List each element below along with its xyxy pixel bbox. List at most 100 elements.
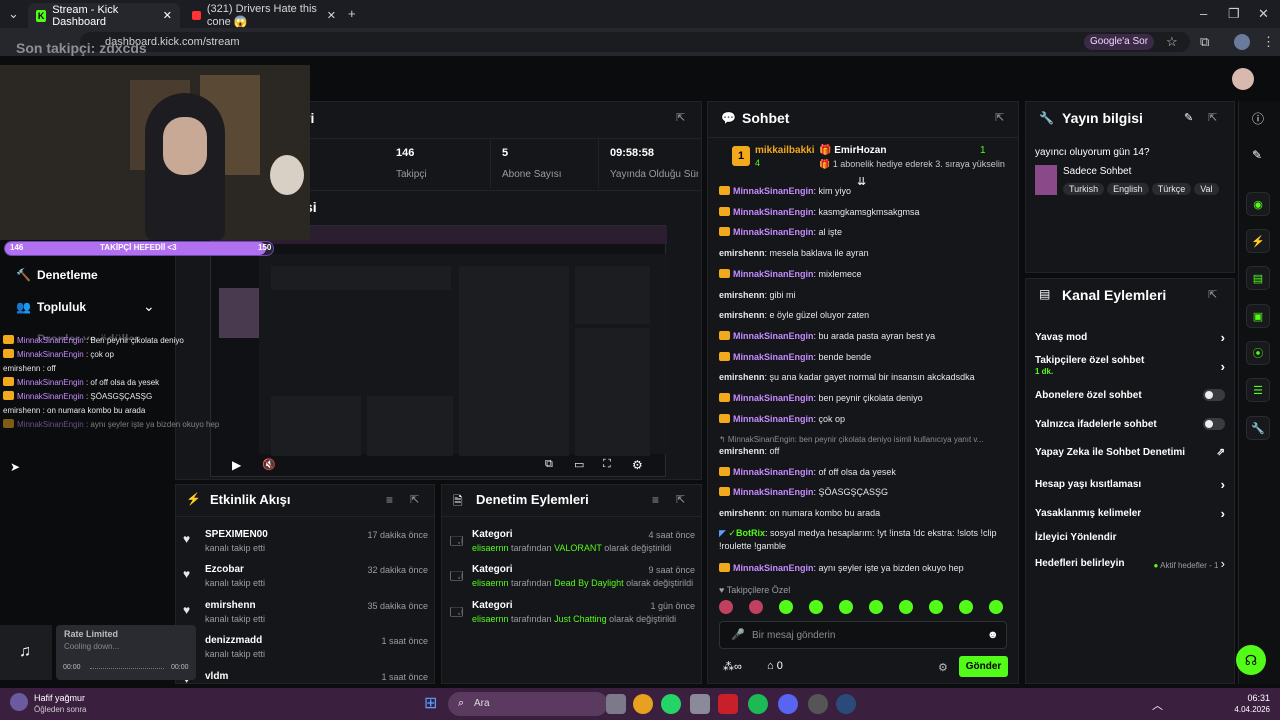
discord-icon[interactable]	[778, 694, 798, 714]
chat-username[interactable]: emirshenn	[719, 446, 765, 456]
chat-settings-icon[interactable]: ⚙	[938, 661, 948, 674]
user-avatar[interactable]	[1232, 68, 1254, 90]
emoji-icon[interactable]: ☻	[987, 629, 999, 641]
music-progress[interactable]	[90, 668, 164, 669]
expand-icon[interactable]: ⇱	[995, 111, 1004, 124]
support-headset-icon[interactable]: ☊	[1236, 645, 1266, 675]
subs-only-toggle[interactable]	[1203, 389, 1225, 401]
close-icon[interactable]: ✕	[163, 9, 172, 22]
chat-username[interactable]: MinnakSinanEngin	[733, 393, 814, 403]
expand-icon[interactable]: ⇱	[410, 493, 419, 506]
new-tab-icon[interactable]: +	[348, 6, 356, 21]
app-icon[interactable]	[690, 694, 710, 714]
maximize-icon[interactable]: ❐	[1228, 6, 1240, 22]
redirect-row[interactable]: İzleyici Yönlendir	[1035, 532, 1225, 543]
profile-avatar[interactable]	[1234, 34, 1250, 50]
chat-username[interactable]: emirshenn	[719, 310, 765, 320]
emote-icon[interactable]	[839, 600, 853, 614]
chat-username[interactable]: emirshenn	[719, 290, 765, 300]
edit-icon[interactable]: ✎	[1184, 111, 1193, 124]
emote-icon[interactable]	[779, 600, 793, 614]
taskbar-search[interactable]	[448, 692, 608, 716]
chat-icon[interactable]: ▣	[1246, 304, 1270, 328]
theater-icon[interactable]: ▭	[574, 458, 584, 471]
pip-icon[interactable]: ⧉	[545, 458, 553, 471]
bookmark-star-icon[interactable]: ☆	[1166, 34, 1178, 50]
document-icon[interactable]: ▤	[1246, 266, 1270, 290]
google-ask-button[interactable]: Google'a Sor	[1084, 34, 1155, 50]
expand-icon[interactable]: ⇱	[676, 111, 685, 124]
weather-text[interactable]: Hafif yağmur	[34, 693, 85, 703]
minimize-icon[interactable]: –	[1200, 6, 1207, 21]
emotes-only-row[interactable]: Yalnızca ifadelerle sohbet	[1035, 418, 1225, 430]
chat-username[interactable]: MinnakSinanEngin	[733, 487, 814, 497]
chat-username[interactable]: emirshenn	[719, 248, 765, 258]
subs-only-row[interactable]: Abonelere özel sohbet	[1035, 389, 1225, 401]
mute-icon[interactable]: 🔇	[262, 458, 276, 471]
filter-icon[interactable]: ≡	[386, 493, 393, 507]
emote-bar[interactable]	[719, 600, 1009, 614]
obs-icon[interactable]	[808, 694, 828, 714]
chrome-icon[interactable]	[633, 694, 653, 714]
grid-icon[interactable]: ☰	[1246, 378, 1270, 402]
chat-username[interactable]: emirshenn	[719, 372, 765, 382]
tab-kick-dashboard[interactable]: K Stream - Kick Dashboard ✕	[28, 3, 180, 28]
points-icon[interactable]: ⌂ 0	[767, 660, 783, 672]
settings-gear-icon[interactable]: ⚙	[632, 458, 643, 472]
expand-icon[interactable]: ⇱	[1208, 111, 1217, 124]
whatsapp-icon[interactable]	[661, 694, 681, 714]
kicks-icon[interactable]: ⁂∞	[723, 660, 742, 673]
info-icon[interactable]: ⓘ	[1252, 110, 1264, 127]
wrench-icon[interactable]: 🔧	[1246, 416, 1270, 440]
emote-icon[interactable]	[869, 600, 883, 614]
tab-list-icon[interactable]: ⌄	[8, 6, 19, 22]
chat-username[interactable]: MinnakSinanEngin	[733, 227, 814, 237]
chat-username[interactable]: emirshenn	[719, 508, 765, 518]
chat-username[interactable]: MinnakSinanEngin	[733, 207, 814, 217]
extensions-icon[interactable]: ⧉	[1200, 34, 1209, 50]
send-button[interactable]: Gönder	[959, 656, 1008, 677]
lightning-icon[interactable]: ⚡	[1246, 229, 1270, 253]
followers-only-row[interactable]: Takipçilere özel sohbet 1 dk. ›	[1035, 355, 1225, 377]
microphone-icon[interactable]: 🎤	[731, 628, 745, 641]
emote-icon[interactable]	[929, 600, 943, 614]
steam-icon[interactable]	[836, 694, 856, 714]
broadcast-icon[interactable]: ⦿	[1246, 341, 1270, 365]
chat-username[interactable]: MinnakSinanEngin	[733, 186, 814, 196]
clock-date[interactable]: 4.04.2026	[1206, 705, 1270, 714]
slow-mode-row[interactable]: Yavaş mod ›	[1035, 330, 1225, 345]
stream-preview-video[interactable]	[210, 225, 669, 477]
play-icon[interactable]: ▶	[232, 458, 241, 472]
goals-row[interactable]: Hedefleri belirleyin ● Aktif hedefler - 1…	[1035, 556, 1225, 571]
tray-chevron-icon[interactable]: ︿	[1152, 697, 1163, 713]
clock-time[interactable]: 06:31	[1218, 693, 1270, 703]
emote-icon[interactable]	[749, 600, 763, 614]
chat-username[interactable]: MinnakSinanEngin	[733, 331, 814, 341]
filter-icon[interactable]: ≡	[652, 493, 659, 507]
emotes-only-toggle[interactable]	[1203, 418, 1225, 430]
ai-moderation-row[interactable]: Yapay Zeka ile Sohbet Denetimi ⇗	[1035, 447, 1225, 458]
emote-icon[interactable]	[899, 600, 913, 614]
chevron-down-icon[interactable]: ⌄	[143, 298, 155, 315]
chat-username[interactable]: MinnakSinanEngin	[733, 352, 814, 362]
expand-icon[interactable]: ⇱	[676, 493, 685, 506]
window-close-icon[interactable]: ✕	[1258, 6, 1269, 22]
sidebar-item-moderation[interactable]: Denetleme	[37, 268, 98, 282]
url-field[interactable]	[80, 32, 1190, 52]
spotify-icon[interactable]	[748, 694, 768, 714]
menu-icon[interactable]: ⋮	[1262, 34, 1275, 50]
chat-username[interactable]: MinnakSinanEngin	[733, 414, 814, 424]
emote-icon[interactable]	[719, 600, 733, 614]
banned-words-row[interactable]: Yasaklanmış kelimeler ›	[1035, 506, 1225, 521]
sidebar-item-community[interactable]: Topluluk	[37, 300, 86, 314]
fullscreen-icon[interactable]: ⛶	[603, 458, 611, 471]
chat-username[interactable]: MinnakSinanEngin	[733, 467, 814, 477]
netflix-icon[interactable]	[718, 694, 738, 714]
emote-icon[interactable]	[809, 600, 823, 614]
file-explorer-icon[interactable]	[606, 694, 626, 714]
emote-icon[interactable]	[989, 600, 1003, 614]
windows-start-icon[interactable]: ⊞	[424, 695, 442, 713]
camera-icon[interactable]: ◉	[1246, 192, 1270, 216]
emote-icon[interactable]	[959, 600, 973, 614]
close-icon[interactable]: ✕	[327, 9, 336, 22]
